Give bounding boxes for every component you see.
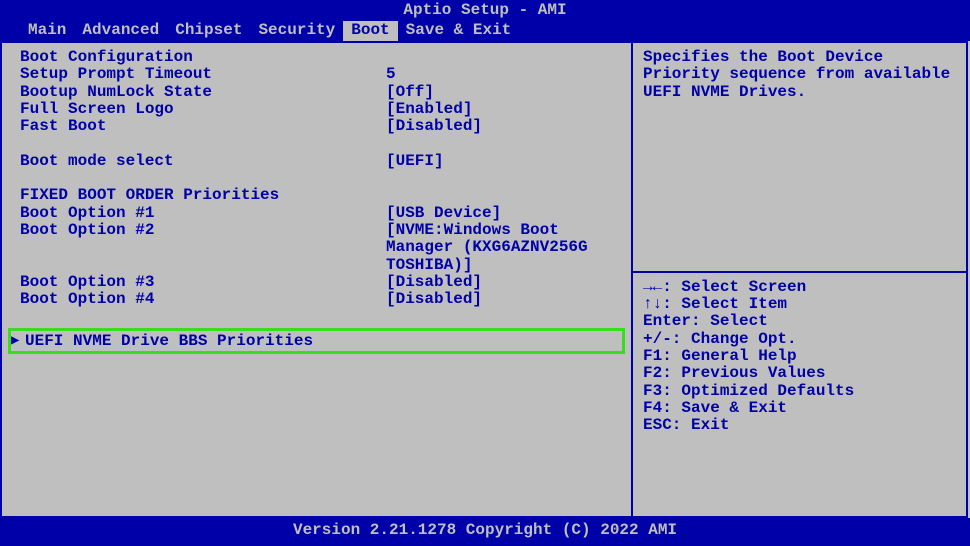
- setting-value: [Enabled]: [386, 101, 631, 118]
- setting-label: Boot Option #4: [20, 291, 386, 308]
- help-text: Specifies the Boot Device Priority seque…: [643, 49, 958, 101]
- menu-tab-advanced[interactable]: Advanced: [74, 21, 167, 41]
- menu-tab-chipset[interactable]: Chipset: [167, 21, 250, 41]
- setting-label: Full Screen Logo: [20, 101, 386, 118]
- setting-row[interactable]: Boot Option #3[Disabled]: [6, 274, 631, 291]
- section-header: Boot Configuration: [6, 49, 631, 66]
- setting-value: [Disabled]: [386, 118, 631, 135]
- key-help-line: →←: Select Screen: [643, 279, 958, 296]
- key-help-line: ESC: Exit: [643, 417, 958, 434]
- submenu-label: UEFI NVME Drive BBS Priorities: [25, 331, 313, 351]
- setting-row[interactable]: Full Screen Logo[Enabled]: [6, 101, 631, 118]
- setting-label: Fast Boot: [20, 118, 386, 135]
- setting-row[interactable]: Boot mode select[UEFI]: [6, 153, 631, 170]
- setting-value: [Disabled]: [386, 274, 631, 291]
- setting-value: [Off]: [386, 84, 631, 101]
- setting-row[interactable]: Boot Option #4[Disabled]: [6, 291, 631, 308]
- setting-value: [UEFI]: [386, 153, 631, 170]
- setting-value: 5: [386, 66, 631, 83]
- setting-label: Bootup NumLock State: [20, 84, 386, 101]
- setting-label: [20, 239, 386, 256]
- key-help-line: F2: Previous Values: [643, 365, 958, 382]
- setting-value: Manager (KXG6AZNV256G: [386, 239, 631, 256]
- setting-row[interactable]: Boot Option #2[NVME:Windows Boot: [6, 222, 631, 239]
- key-help: →←: Select Screen↑↓: Select ItemEnter: S…: [643, 279, 958, 435]
- footer-bar: Version 2.21.1278 Copyright (C) 2022 AMI: [0, 518, 970, 546]
- help-divider: [633, 271, 968, 273]
- key-help-line: F3: Optimized Defaults: [643, 383, 958, 400]
- key-help-line: +/-: Change Opt.: [643, 331, 958, 348]
- setting-row[interactable]: Setup Prompt Timeout5: [6, 66, 631, 83]
- setting-row[interactable]: Fast Boot[Disabled]: [6, 118, 631, 135]
- key-help-line: F1: General Help: [643, 348, 958, 365]
- key-help-line: F4: Save & Exit: [643, 400, 958, 417]
- setting-label: [20, 257, 386, 274]
- menu-tab-main[interactable]: Main: [20, 21, 74, 41]
- menu-tab-save-exit[interactable]: Save & Exit: [398, 21, 520, 41]
- setting-label: Boot Option #1: [20, 205, 386, 222]
- title-bar: Aptio Setup - AMI: [0, 0, 970, 21]
- section-header: FIXED BOOT ORDER Priorities: [6, 187, 631, 204]
- setting-value: [NVME:Windows Boot: [386, 222, 631, 239]
- key-help-line: ↑↓: Select Item: [643, 296, 958, 313]
- setting-label: Boot Option #2: [20, 222, 386, 239]
- setting-row: TOSHIBA)]: [6, 257, 631, 274]
- left-pane: Boot ConfigurationSetup Prompt Timeout5B…: [0, 41, 632, 518]
- setting-row[interactable]: Bootup NumLock State[Off]: [6, 84, 631, 101]
- setting-value: [Disabled]: [386, 291, 631, 308]
- key-help-line: Enter: Select: [643, 313, 958, 330]
- setting-value: TOSHIBA)]: [386, 257, 631, 274]
- setting-row: Manager (KXG6AZNV256G: [6, 239, 631, 256]
- setting-label: Boot Option #3: [20, 274, 386, 291]
- submenu-arrow-icon: ▶: [11, 331, 25, 351]
- setting-label: Boot mode select: [20, 153, 386, 170]
- menu-tab-security[interactable]: Security: [250, 21, 343, 41]
- menu-bar: Main Advanced Chipset Security Boot Save…: [0, 21, 970, 41]
- setting-value: [USB Device]: [386, 205, 631, 222]
- right-pane: Specifies the Boot Device Priority seque…: [632, 41, 968, 518]
- menu-tab-boot[interactable]: Boot: [343, 21, 397, 41]
- submenu-uefi-nvme-bbs[interactable]: ▶ UEFI NVME Drive BBS Priorities: [8, 328, 625, 354]
- setting-label: Setup Prompt Timeout: [20, 66, 386, 83]
- setting-row[interactable]: Boot Option #1[USB Device]: [6, 205, 631, 222]
